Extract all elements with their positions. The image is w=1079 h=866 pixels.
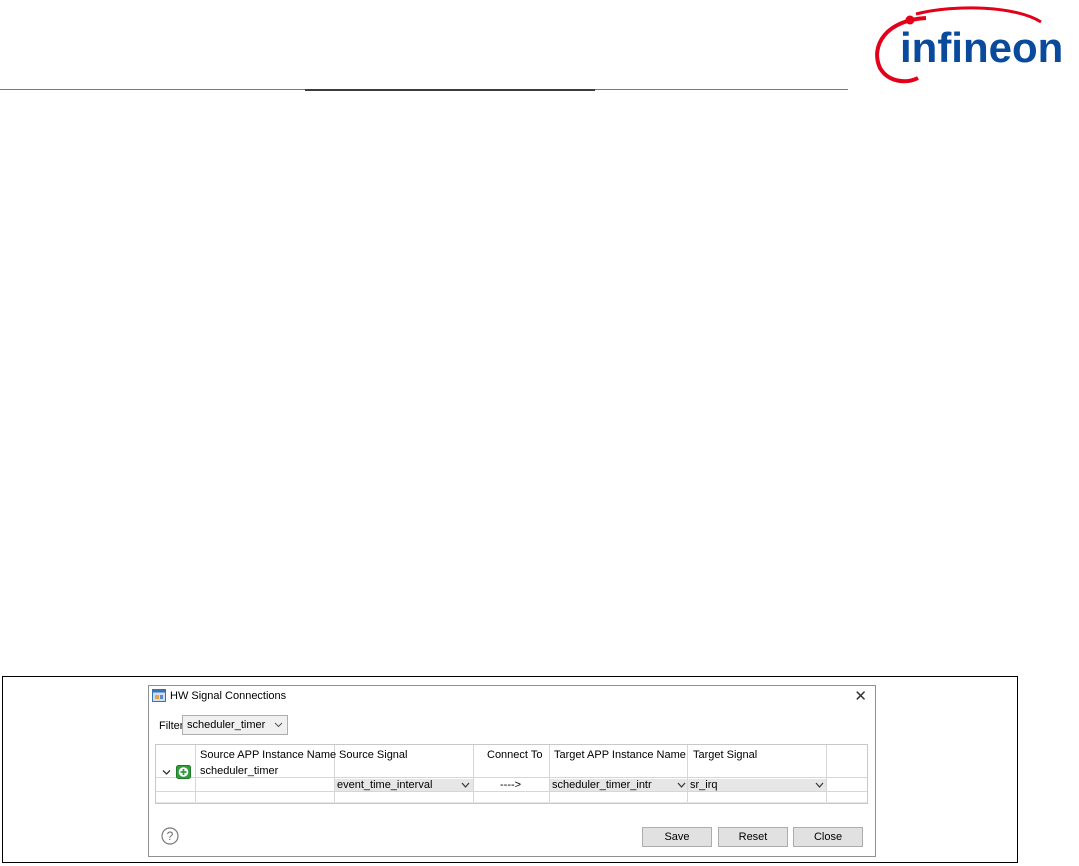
column-header-target-app[interactable]: Target APP Instance Name: [554, 749, 686, 761]
signal-connections-table: Source APP Instance Name Source Signal C…: [155, 744, 868, 804]
chevron-down-icon: [677, 782, 686, 788]
hw-signal-connections-dialog: HW Signal Connections ✕ Filter scheduler…: [148, 685, 876, 857]
column-header-source-signal[interactable]: Source Signal: [339, 749, 408, 761]
close-button[interactable]: Close: [793, 827, 863, 847]
chevron-down-icon: [815, 782, 824, 788]
target-signal-value: sr_irq: [690, 779, 718, 791]
source-signal-value: event_time_interval: [337, 779, 433, 791]
filter-dropdown[interactable]: scheduler_timer: [182, 715, 288, 735]
logo-text: infineon: [900, 24, 1063, 71]
column-header-source-app[interactable]: Source APP Instance Name: [200, 749, 336, 761]
app-window-icon: [152, 689, 166, 702]
dialog-titlebar: HW Signal Connections ✕: [149, 686, 875, 707]
svg-text:?: ?: [167, 829, 174, 843]
dialog-title: HW Signal Connections: [170, 690, 287, 702]
infineon-logo: infineon: [875, 6, 1063, 84]
column-header-connect-to[interactable]: Connect To: [487, 749, 542, 761]
reset-button[interactable]: Reset: [718, 827, 788, 847]
help-icon[interactable]: ?: [161, 827, 179, 845]
connect-to-arrow: ---->: [500, 779, 522, 791]
add-icon[interactable]: [176, 765, 191, 779]
column-header-target-signal[interactable]: Target Signal: [693, 749, 757, 761]
save-button[interactable]: Save: [642, 827, 712, 847]
chevron-down-icon: [274, 722, 283, 728]
header-rule-accent: [305, 89, 595, 91]
chevron-down-icon: [461, 782, 470, 788]
close-icon[interactable]: ✕: [854, 687, 867, 705]
chevron-down-icon[interactable]: [162, 769, 171, 776]
filter-value: scheduler_timer: [187, 719, 266, 731]
filter-label: Filter: [159, 720, 184, 732]
target-app-value: scheduler_timer_intr: [552, 779, 652, 791]
group-name: scheduler_timer: [200, 765, 279, 777]
